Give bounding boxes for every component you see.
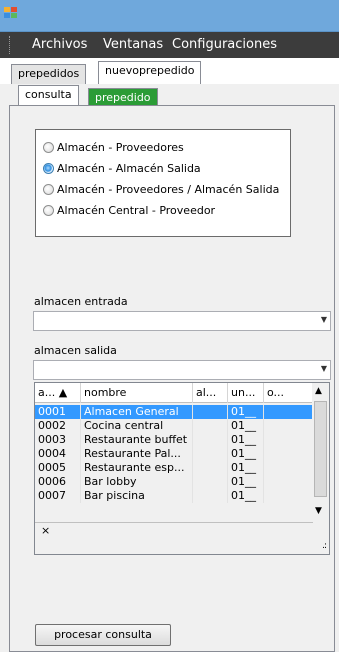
radio-label: Almacén - Proveedores <box>57 140 184 154</box>
table-cell[interactable] <box>264 461 313 475</box>
almacen-salida-label: almacen salida <box>34 344 117 357</box>
table-row[interactable]: 0003 Restaurante buffet 01__ <box>35 433 313 447</box>
table-cell[interactable]: 0004 <box>35 447 81 461</box>
grid-new-row[interactable]: × <box>35 522 313 540</box>
menu-configuraciones[interactable]: Configuraciones <box>172 37 277 52</box>
chevron-down-icon[interactable]: ▼ <box>321 315 327 324</box>
query-type-group: Almacén - Proveedores Almacén - Almacén … <box>35 129 291 237</box>
radio-almacen-central-proveedor[interactable]: Almacén Central - Proveedor <box>43 202 215 218</box>
table-cell[interactable] <box>193 447 228 461</box>
radio-button[interactable] <box>43 183 54 195</box>
table-cell[interactable]: 0005 <box>35 461 81 475</box>
menu-archivos[interactable]: Archivos <box>32 37 87 52</box>
table-row[interactable]: 0007 Bar piscina 01__ <box>35 489 313 503</box>
table-cell[interactable] <box>193 405 228 419</box>
almacen-entrada-combo[interactable]: ▼ <box>33 311 331 331</box>
table-cell[interactable]: Restaurante Pal... <box>81 447 193 461</box>
radio-button-checked[interactable] <box>43 162 54 174</box>
outer-tab-strip: prepedidos nuevoprepedido <box>0 58 339 84</box>
table-cell[interactable] <box>193 433 228 447</box>
table-cell[interactable] <box>193 419 228 433</box>
table-cell[interactable]: Bar lobby <box>81 475 193 489</box>
menu-ventanas[interactable]: Ventanas <box>103 37 163 52</box>
col-header-un[interactable]: un... <box>228 383 264 403</box>
scroll-thumb[interactable] <box>314 401 327 497</box>
table-cell[interactable] <box>264 419 313 433</box>
table-cell[interactable] <box>264 489 313 503</box>
table-row[interactable]: 0004 Restaurante Pal... 01__ <box>35 447 313 461</box>
title-bar <box>0 0 339 32</box>
table-cell[interactable]: Cocina central <box>81 419 193 433</box>
table-cell[interactable]: 0002 <box>35 419 81 433</box>
radio-almacen-proveedores[interactable]: Almacén - Proveedores <box>43 139 184 155</box>
radio-almacen-almacen-salida[interactable]: Almacén - Almacén Salida <box>43 160 201 176</box>
table-cell[interactable]: 01__ <box>228 447 264 461</box>
table-cell[interactable] <box>264 433 313 447</box>
table-cell[interactable] <box>193 461 228 475</box>
table-cell[interactable]: 0007 <box>35 489 81 503</box>
radio-label: Almacén - Almacén Salida <box>57 161 201 175</box>
radio-button[interactable] <box>43 204 54 216</box>
scroll-up-icon[interactable]: ▲ <box>315 386 322 396</box>
table-cell[interactable]: 01__ <box>228 461 264 475</box>
grid-header: a... ▲ nombre al... un... o... <box>35 383 313 403</box>
procesar-consulta-button[interactable]: procesar consulta <box>35 624 171 646</box>
radio-label: Almacén Central - Proveedor <box>57 203 216 217</box>
col-header-codigo[interactable]: a... ▲ <box>35 383 81 403</box>
table-cell[interactable] <box>193 475 228 489</box>
table-cell[interactable]: 0006 <box>35 475 81 489</box>
radio-button[interactable] <box>43 141 54 153</box>
table-cell[interactable]: 01__ <box>228 405 264 419</box>
table-cell[interactable]: 01__ <box>228 475 264 489</box>
table-cell[interactable]: Bar piscina <box>81 489 193 503</box>
table-cell[interactable]: Restaurante esp... <box>81 461 193 475</box>
table-cell[interactable]: 01__ <box>228 489 264 503</box>
table-cell[interactable]: 0001 <box>35 405 81 419</box>
col-header-nombre[interactable]: nombre <box>81 383 193 403</box>
table-cell[interactable]: 01__ <box>228 419 264 433</box>
menu-grip <box>9 36 12 54</box>
table-cell[interactable] <box>264 405 313 419</box>
radio-almacen-proveedores-almacen-salida[interactable]: Almacén - Proveedores / Almacén Salida <box>43 181 279 197</box>
new-row-marker: × <box>41 524 51 537</box>
table-row[interactable]: 0001 Almacen General 01__ <box>35 405 313 419</box>
tab-prepedidos[interactable]: prepedidos <box>11 64 87 84</box>
table-cell[interactable] <box>264 475 313 489</box>
tab-consulta[interactable]: consulta <box>18 85 79 106</box>
almacen-entrada-label: almacen entrada <box>34 295 128 308</box>
table-cell[interactable]: 0003 <box>35 433 81 447</box>
table-row[interactable]: 0002 Cocina central 01__ <box>35 419 313 433</box>
menu-bar: Archivos Ventanas Configuraciones <box>0 32 339 58</box>
almacen-salida-combo[interactable]: ▼ <box>33 360 331 380</box>
table-cell[interactable] <box>193 489 228 503</box>
table-cell[interactable]: Almacen General <box>81 405 193 419</box>
grid-vertical-scrollbar[interactable]: ▲ ▼ <box>312 383 329 522</box>
consulta-panel: Almacén - Proveedores Almacén - Almacén … <box>9 105 335 652</box>
table-row[interactable]: 0006 Bar lobby 01__ <box>35 475 313 489</box>
col-header-al[interactable]: al... <box>193 383 228 403</box>
inner-tab-strip: consulta prepedido <box>0 84 339 108</box>
table-row[interactable]: 0005 Restaurante esp... 01__ <box>35 461 313 475</box>
scroll-down-icon[interactable]: ▼ <box>315 506 322 516</box>
col-header-o[interactable]: o... <box>264 383 313 403</box>
table-cell[interactable]: Restaurante buffet <box>81 433 193 447</box>
chevron-down-icon[interactable]: ▼ <box>321 364 327 373</box>
radio-label: Almacén - Proveedores / Almacén Salida <box>57 182 280 196</box>
table-cell[interactable]: 01__ <box>228 433 264 447</box>
almacen-grid[interactable]: a... ▲ nombre al... un... o... 0001 Almac… <box>34 382 330 555</box>
tab-nuevoprepedido[interactable]: nuevoprepedido <box>98 61 202 84</box>
table-cell[interactable] <box>264 447 313 461</box>
resize-grip-icon[interactable]: .: <box>322 541 327 551</box>
app-icon <box>4 7 18 19</box>
